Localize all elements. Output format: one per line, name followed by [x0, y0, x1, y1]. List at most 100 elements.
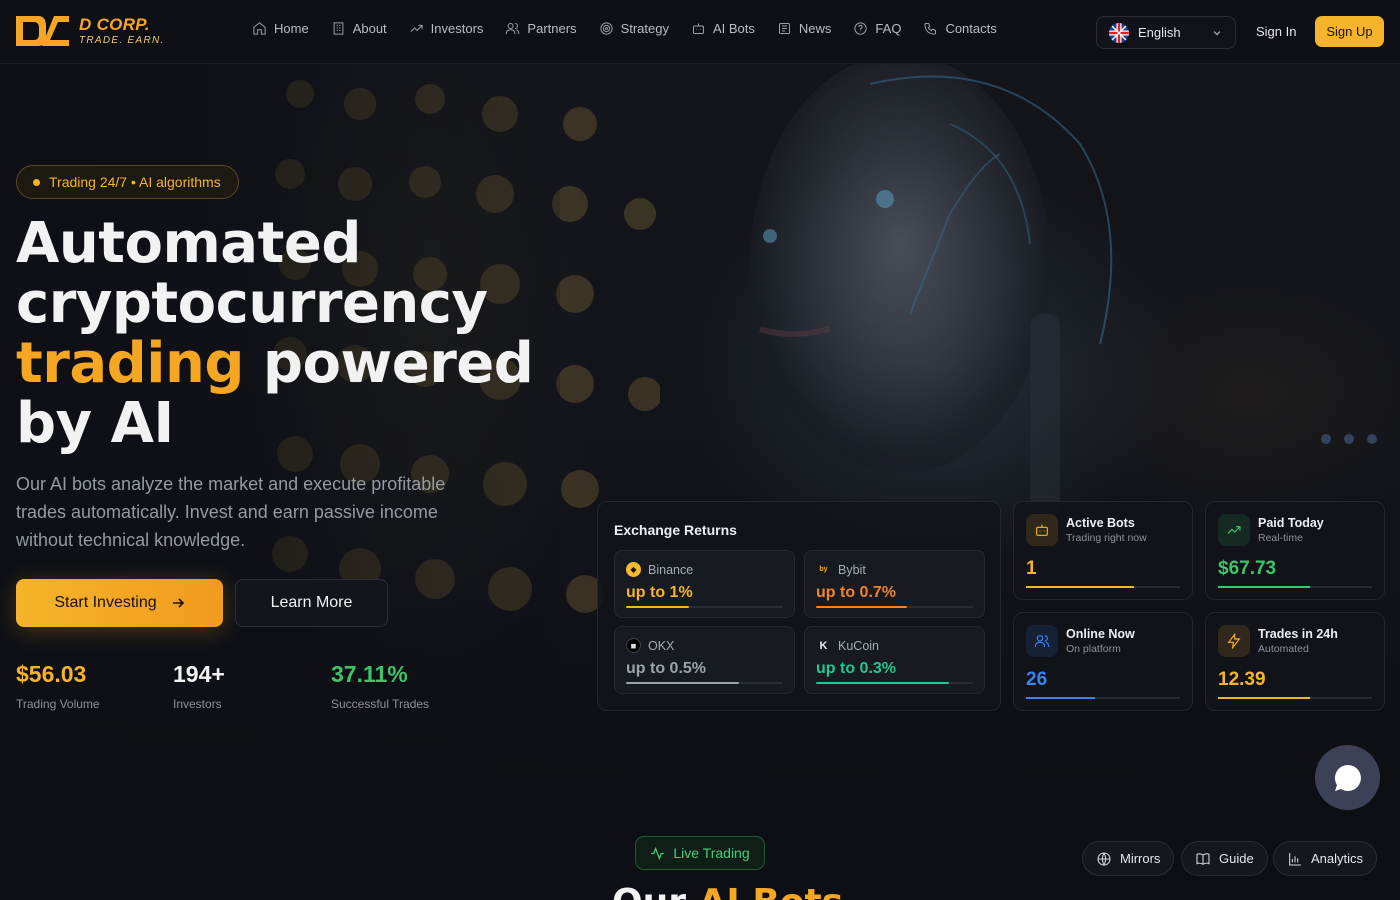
exchange-progress-fill	[626, 606, 689, 608]
nav-home-label: Home	[274, 21, 309, 36]
start-investing-label: Start Investing	[54, 594, 157, 611]
card-progress-track	[1218, 586, 1372, 588]
nav-about[interactable]: About	[331, 21, 387, 36]
card-value: 12.39	[1218, 669, 1266, 690]
card-title: Paid Today	[1258, 516, 1324, 530]
nav-ai-bots-label: AI Bots	[712, 21, 755, 36]
nav-faq[interactable]: FAQ	[853, 21, 901, 36]
guide-button[interactable]: Guide	[1181, 841, 1268, 876]
stat-value: 194+	[173, 661, 225, 687]
analytics-button[interactable]: Analytics	[1273, 841, 1378, 876]
card-subtitle: Real-time	[1258, 532, 1303, 544]
help-circle-icon	[854, 22, 868, 35]
hero-badge: Trading 24/7 • AI algorithms	[16, 165, 239, 199]
nav-investors[interactable]: Investors	[409, 21, 484, 36]
bot-icon	[1026, 514, 1058, 546]
nav-partners-label: Partners	[527, 21, 577, 36]
section-title: Our AI Bots	[612, 882, 843, 900]
carousel-dots	[1321, 434, 1377, 444]
globe-icon	[1097, 851, 1111, 866]
exchange-progress-track	[626, 682, 783, 684]
analytics-label: Analytics	[1311, 851, 1364, 866]
live-trading-badge: Live Trading	[635, 836, 765, 870]
hero-title-accent: trading	[16, 331, 244, 396]
exchange-return: up to 1%	[626, 584, 693, 601]
exchange-progress-fill	[816, 682, 950, 684]
exchange-kucoin[interactable]: K KuCoin up to 0.3%	[804, 626, 985, 694]
main-nav: Home About Investors Partners Strategy A…	[252, 21, 1019, 36]
nav-ai-bots[interactable]: AI Bots	[691, 21, 755, 36]
nav-home[interactable]: Home	[252, 21, 309, 36]
exchange-name: Bybit	[838, 562, 866, 577]
card-active-bots: Active Bots Trading right now 1	[1013, 501, 1193, 600]
stat-label: Successful Trades	[331, 697, 430, 711]
nav-contacts-label: Contacts	[945, 21, 997, 36]
stat-label: Investors	[173, 697, 222, 711]
exchange-progress-fill	[816, 606, 908, 608]
mirrors-button[interactable]: Mirrors	[1082, 841, 1175, 876]
carousel-dot[interactable]	[1321, 434, 1331, 444]
exchange-progress-track	[626, 606, 783, 608]
card-progress-fill	[1218, 697, 1311, 699]
section-title-start: Our	[612, 882, 699, 900]
stat-value: $56.03	[16, 661, 87, 687]
zap-icon	[1218, 625, 1250, 657]
card-title: Trades in 24h	[1258, 627, 1338, 641]
card-paid-today: Paid Today Real-time $67.73	[1205, 501, 1385, 600]
chat-button[interactable]	[1315, 745, 1380, 810]
bybit-icon: by	[819, 566, 828, 573]
exchange-binance[interactable]: ◆ Binance up to 1%	[614, 550, 795, 618]
nav-contacts[interactable]: Contacts	[923, 21, 997, 36]
home-icon	[253, 22, 266, 35]
language-select[interactable]: English	[1096, 16, 1236, 49]
robot-face-image	[750, 64, 1113, 514]
carousel-dot[interactable]	[1367, 434, 1377, 444]
trending-up-icon	[1218, 514, 1250, 546]
exchange-bybit[interactable]: by Bybit up to 0.7%	[804, 550, 985, 618]
card-subtitle: Automated	[1258, 643, 1309, 655]
book-icon	[1196, 852, 1210, 865]
dc-logo-icon	[16, 16, 69, 46]
card-progress-track	[1026, 697, 1180, 699]
start-investing-button[interactable]: Start Investing	[16, 579, 223, 627]
activity-icon	[651, 846, 665, 860]
nav-strategy[interactable]: Strategy	[599, 21, 669, 36]
brand-logo[interactable]: D CORP. TRADE. EARN.	[16, 14, 165, 48]
nav-news[interactable]: News	[777, 21, 831, 36]
card-progress-fill	[1026, 586, 1134, 588]
stat-investors: 194+ Investors	[173, 661, 225, 711]
exchange-okx[interactable]: ◼ OKX up to 0.5%	[614, 626, 795, 694]
chevron-down-icon	[1213, 30, 1221, 35]
stat-successful-trades: 37.11% Successful Trades	[331, 661, 429, 711]
nav-about-label: About	[352, 21, 387, 36]
sign-up-button[interactable]: Sign Up	[1315, 16, 1384, 47]
learn-more-button[interactable]: Learn More	[235, 579, 388, 627]
hero-title-line2: cryptocurrency	[16, 271, 488, 336]
building-icon	[333, 22, 344, 35]
users-icon	[506, 23, 520, 35]
chat-bubble-icon	[1334, 764, 1361, 791]
hero-description: Our AI bots analyze the market and execu…	[16, 474, 446, 550]
sign-in-button[interactable]: Sign In	[1256, 24, 1296, 39]
bar-chart-icon	[1289, 852, 1301, 866]
card-title: Active Bots	[1066, 516, 1135, 530]
carousel-dot[interactable]	[1344, 434, 1354, 444]
stat-trading-volume: $56.03 Trading Volume	[16, 661, 100, 711]
card-progress-fill	[1218, 586, 1311, 588]
binance-icon: ◆	[626, 562, 641, 577]
newspaper-icon	[778, 23, 790, 34]
hero-title-line1: Automated	[16, 211, 361, 276]
arrow-right-icon	[172, 598, 184, 608]
card-subtitle: On platform	[1066, 643, 1121, 655]
target-icon	[599, 22, 613, 35]
nav-investors-label: Investors	[430, 21, 484, 36]
stat-label: Trading Volume	[16, 697, 100, 711]
brand-name: D CORP.	[79, 15, 150, 34]
hero-title-line3: powered	[243, 331, 534, 396]
exchange-progress-fill	[626, 682, 740, 684]
exchange-name: OKX	[648, 638, 675, 653]
nav-partners[interactable]: Partners	[505, 21, 577, 36]
hero-title: Automated cryptocurrency trading powered…	[16, 214, 556, 454]
exchange-return: up to 0.3%	[816, 660, 897, 677]
exchange-progress-track	[816, 606, 973, 608]
